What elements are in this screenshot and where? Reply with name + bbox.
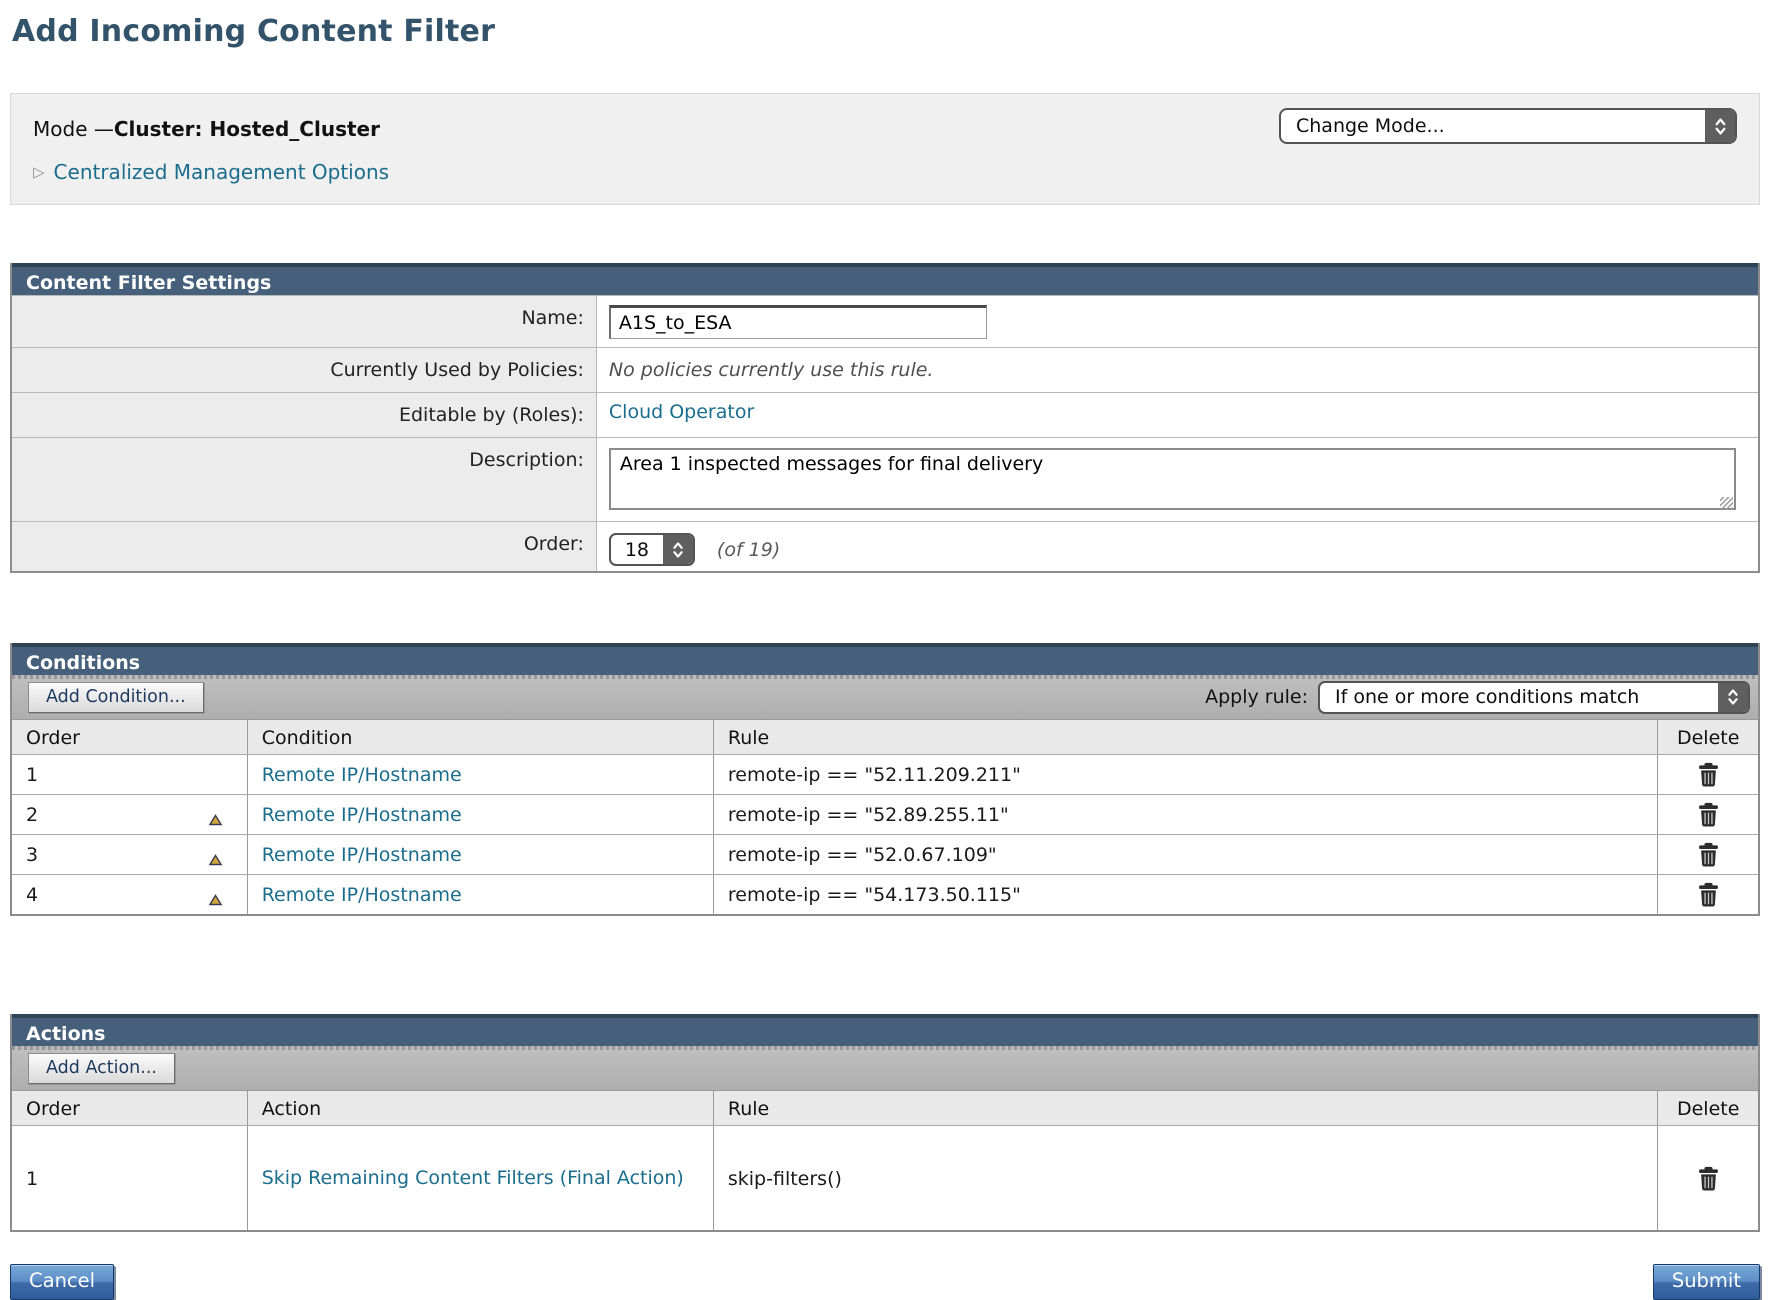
- condition-order: 2: [26, 804, 38, 826]
- condition-row: 3 Remote IP/Hostname remote-ip == "52.0.…: [12, 834, 1758, 874]
- roles-label: Editable by (Roles):: [12, 393, 597, 437]
- select-stepper-icon: [1718, 683, 1748, 712]
- change-mode-select[interactable]: Change Mode...: [1279, 108, 1737, 144]
- move-up-icon[interactable]: [208, 889, 223, 901]
- description-textarea[interactable]: Area 1 inspected messages for final deli…: [609, 448, 1736, 510]
- condition-row: 1 Remote IP/Hostname remote-ip == "52.11…: [12, 754, 1758, 794]
- order-label: Order:: [12, 522, 597, 571]
- col-rule: Rule: [714, 720, 1659, 754]
- col-action: Action: [248, 1091, 714, 1125]
- order-select[interactable]: 18: [609, 533, 695, 566]
- conditions-section-header: Conditions: [12, 643, 1758, 675]
- mode-label: Mode —: [33, 117, 114, 141]
- actions-section-header: Actions: [12, 1014, 1758, 1046]
- trash-icon: [1697, 802, 1720, 828]
- condition-order: 3: [26, 844, 38, 866]
- select-stepper-icon: [1705, 110, 1735, 142]
- col-delete: Delete: [1658, 1091, 1758, 1125]
- trash-icon: [1697, 1166, 1720, 1192]
- action-order: 1: [26, 1168, 38, 1190]
- page-title: Add Incoming Content Filter: [12, 14, 1760, 49]
- condition-rule: remote-ip == "52.0.67.109": [714, 835, 1659, 874]
- name-label: Name:: [12, 296, 597, 347]
- add-action-button[interactable]: Add Action...: [28, 1053, 175, 1084]
- trash-icon: [1697, 882, 1720, 908]
- condition-rule: remote-ip == "52.89.255.11": [714, 795, 1659, 834]
- apply-rule-label: Apply rule:: [1205, 686, 1308, 708]
- condition-order: 4: [26, 884, 38, 906]
- condition-link[interactable]: Remote IP/Hostname: [262, 844, 462, 866]
- col-condition: Condition: [248, 720, 714, 754]
- condition-order: 1: [26, 764, 38, 786]
- select-stepper-icon: [663, 535, 693, 564]
- move-up-icon[interactable]: [208, 809, 223, 821]
- centralized-management-options-link[interactable]: Centralized Management Options: [54, 160, 390, 184]
- action-link[interactable]: Skip Remaining Content Filters (Final Ac…: [262, 1166, 684, 1192]
- condition-link[interactable]: Remote IP/Hostname: [262, 804, 462, 826]
- delete-action-button[interactable]: [1697, 1166, 1720, 1192]
- submit-button[interactable]: Submit: [1653, 1264, 1760, 1300]
- description-label: Description:: [12, 438, 597, 521]
- cloud-operator-link[interactable]: Cloud Operator: [609, 401, 754, 423]
- condition-link[interactable]: Remote IP/Hostname: [262, 884, 462, 906]
- mode-value: Cluster: Hosted_Cluster: [114, 117, 380, 141]
- name-input[interactable]: [609, 305, 987, 339]
- settings-section-header: Content Filter Settings: [12, 263, 1758, 295]
- col-delete: Delete: [1658, 720, 1758, 754]
- action-rule: skip-filters(): [714, 1126, 1659, 1230]
- content-filter-settings-section: Content Filter Settings Name: Currently …: [10, 263, 1760, 573]
- mode-panel: Mode —Cluster: Hosted_Cluster Change Mod…: [10, 93, 1760, 205]
- action-row: 1 Skip Remaining Content Filters (Final …: [12, 1125, 1758, 1230]
- disclosure-triangle-icon[interactable]: ▷: [33, 165, 45, 180]
- col-rule: Rule: [714, 1091, 1659, 1125]
- condition-row: 2 Remote IP/Hostname remote-ip == "52.89…: [12, 794, 1758, 834]
- condition-row: 4 Remote IP/Hostname remote-ip == "54.17…: [12, 874, 1758, 914]
- actions-section: Actions Add Action... Order Action Rule …: [10, 1014, 1760, 1232]
- conditions-section: Conditions Add Condition... Apply rule: …: [10, 643, 1760, 916]
- policies-value: No policies currently use this rule.: [609, 356, 934, 381]
- delete-condition-button[interactable]: [1697, 882, 1720, 908]
- trash-icon: [1697, 842, 1720, 868]
- condition-rule: remote-ip == "52.11.209.211": [714, 755, 1659, 794]
- col-order: Order: [12, 1091, 248, 1125]
- move-up-icon[interactable]: [208, 849, 223, 861]
- delete-condition-button[interactable]: [1697, 762, 1720, 788]
- add-condition-button[interactable]: Add Condition...: [28, 682, 204, 713]
- mode-text: Mode —Cluster: Hosted_Cluster: [33, 111, 380, 141]
- delete-condition-button[interactable]: [1697, 842, 1720, 868]
- condition-link[interactable]: Remote IP/Hostname: [262, 764, 462, 786]
- trash-icon: [1697, 762, 1720, 788]
- condition-rule: remote-ip == "54.173.50.115": [714, 875, 1659, 914]
- delete-condition-button[interactable]: [1697, 802, 1720, 828]
- policies-label: Currently Used by Policies:: [12, 348, 597, 392]
- conditions-header-row: Order Condition Rule Delete: [12, 719, 1758, 754]
- col-order: Order: [12, 720, 248, 754]
- cancel-button[interactable]: Cancel: [10, 1264, 114, 1300]
- apply-rule-select[interactable]: If one or more conditions match: [1318, 681, 1750, 714]
- actions-header-row: Order Action Rule Delete: [12, 1090, 1758, 1125]
- order-total: (of 19): [717, 539, 780, 561]
